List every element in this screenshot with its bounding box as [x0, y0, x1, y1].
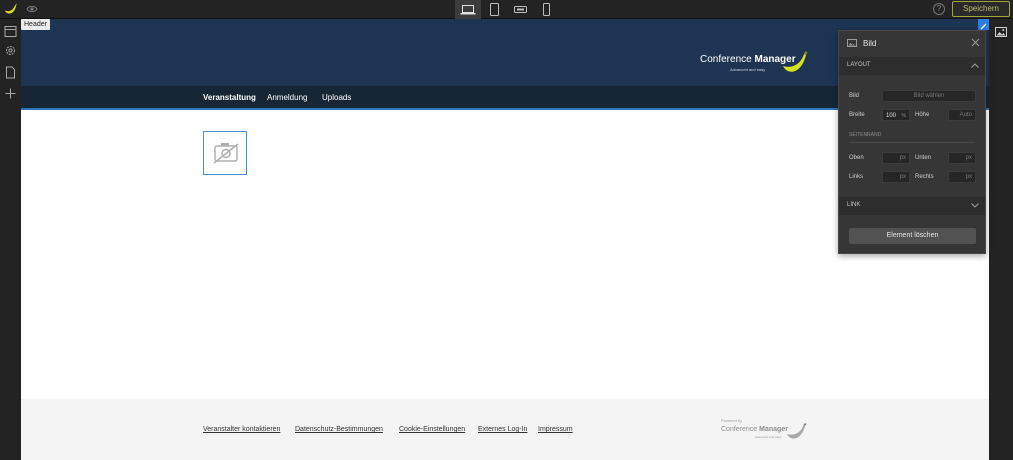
section-layout-label: LAYOUT	[847, 62, 871, 68]
panel-header: Bild	[839, 31, 987, 55]
mobile-icon	[542, 3, 550, 16]
breite-unit: %	[901, 113, 906, 119]
edit-element-button[interactable]	[978, 19, 989, 30]
add-icon[interactable]	[4, 87, 17, 100]
breite-value: 100	[886, 113, 897, 119]
image-element-icon[interactable]	[995, 27, 1007, 37]
left-sidebar	[0, 19, 21, 460]
layout-icon[interactable]	[4, 25, 17, 38]
hoehe-input[interactable]: Auto	[948, 109, 976, 121]
brand-tagline: Advanced and easy	[730, 67, 766, 72]
hoehe-label: Höhe	[915, 112, 930, 118]
rechts-label: Rechts	[915, 174, 934, 180]
banana-logo-icon	[783, 51, 808, 72]
section-link[interactable]: LINK	[839, 197, 985, 215]
rechts-input[interactable]: px	[948, 171, 976, 183]
footer-banana-icon	[787, 423, 807, 439]
save-button[interactable]: Speichern	[952, 1, 1010, 17]
unten-label: Unten	[915, 155, 932, 161]
footer-link-cookies[interactable]: Cookie-Einstellungen	[399, 426, 465, 433]
bild-label: Bild	[849, 93, 860, 99]
properties-panel: Bild LAYOUT Bild Bild wählen Breite 100 …	[838, 30, 986, 254]
bild-waehlen-button[interactable]: Bild wählen	[882, 90, 976, 102]
tablet-portrait-icon	[489, 3, 499, 16]
device-tablet-landscape-button[interactable]	[507, 0, 533, 19]
help-icon[interactable]: ?	[933, 3, 945, 15]
device-desktop-button[interactable]	[455, 0, 481, 19]
site-footer: Veranstalter kontaktieren Datenschutz-Be…	[21, 399, 989, 460]
panel-title: Bild	[863, 39, 877, 48]
page-icon[interactable]	[4, 66, 17, 79]
section-link-label: LINK	[847, 202, 861, 208]
section-layout[interactable]: LAYOUT	[839, 57, 985, 75]
footer-brand: Conference Manager	[721, 426, 788, 433]
delete-element-button[interactable]: Element löschen	[849, 228, 976, 244]
footer-link-impressum[interactable]: Impressum	[538, 426, 573, 433]
nav-item-uploads[interactable]: Uploads	[322, 93, 351, 102]
breite-label: Breite	[849, 112, 865, 118]
settings-icon[interactable]	[4, 44, 17, 57]
chevron-down-icon	[971, 203, 979, 208]
footer-link-datenschutz[interactable]: Datenschutz-Bestimmungen	[295, 426, 383, 433]
device-mobile-button[interactable]	[533, 0, 559, 19]
breite-input[interactable]: 100 %	[882, 109, 910, 121]
seitenrand-heading: SEITENRAND	[849, 132, 882, 138]
editor-root: ? Speichern Conference Manager Advanced …	[0, 0, 1013, 460]
footer-link-login[interactable]: Externes Log-In	[478, 426, 527, 433]
preview-eye-icon[interactable]	[26, 3, 38, 15]
oben-label: Oben	[849, 155, 864, 161]
footer-powered-by: Powered by	[721, 418, 743, 423]
footer-tagline: Advanced and easy	[755, 435, 782, 439]
image-icon	[847, 39, 857, 47]
close-icon[interactable]	[971, 38, 980, 47]
image-placeholder[interactable]	[203, 131, 247, 175]
banana-logo-icon[interactable]	[3, 2, 18, 17]
footer-link-kontakt[interactable]: Veranstalter kontaktieren	[203, 426, 280, 433]
links-input[interactable]: px	[882, 171, 910, 183]
header-tooltip: Header	[21, 19, 50, 30]
unten-input[interactable]: px	[948, 152, 976, 164]
no-image-icon	[213, 143, 239, 164]
seitenrand-divider	[849, 142, 975, 143]
nav-item-veranstaltung[interactable]: Veranstaltung	[203, 93, 256, 102]
nav-item-anmeldung[interactable]: Anmeldung	[267, 93, 307, 102]
tablet-landscape-icon	[513, 6, 527, 13]
footer-brand-bold: Manager	[759, 426, 788, 433]
device-switcher	[455, 0, 559, 19]
chevron-up-icon	[971, 63, 979, 68]
oben-input[interactable]: px	[882, 152, 910, 164]
brand-light-text: Conference	[700, 54, 752, 65]
top-toolbar: ? Speichern	[0, 0, 1013, 19]
device-tablet-portrait-button[interactable]	[481, 0, 507, 19]
laptop-icon	[460, 4, 476, 14]
links-label: Links	[849, 174, 864, 180]
right-sidebar	[989, 19, 1013, 460]
footer-brand-light: Conference	[721, 426, 758, 433]
